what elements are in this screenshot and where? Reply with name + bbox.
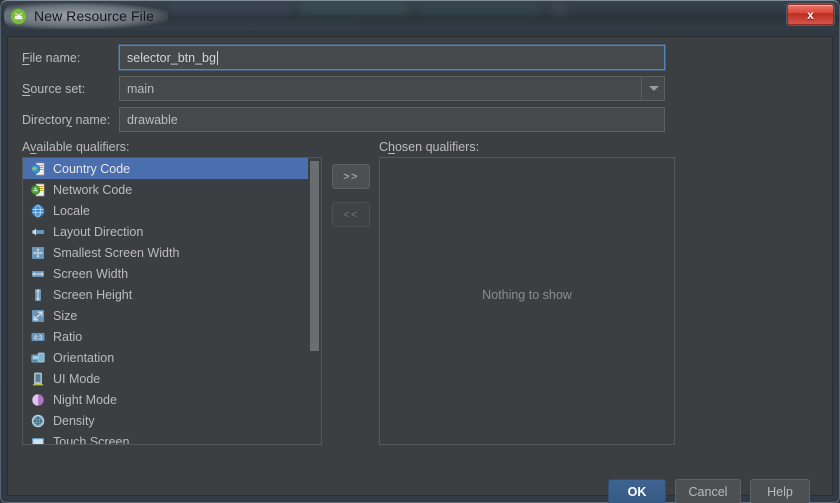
list-item-label: Country Code [53,161,131,176]
list-item[interactable]: Screen Height [23,284,308,305]
list-item[interactable]: Touch Screen [23,431,308,445]
list-item-label: Night Mode [53,392,117,407]
list-item-label: Size [53,308,78,323]
cancel-button[interactable]: Cancel [675,479,741,503]
svg-text:4:3: 4:3 [34,335,43,341]
close-button[interactable]: x [787,4,834,25]
country-code-icon [30,161,46,177]
list-item[interactable]: Density [23,410,308,431]
list-item[interactable]: Screen Width [23,263,308,284]
list-item-label: Network Code [53,182,133,197]
ui-mode-icon [30,371,46,387]
network-code-icon [30,182,46,198]
list-item[interactable]: Night Mode [23,389,308,410]
chevron-down-icon [648,86,659,91]
chosen-qualifiers-list[interactable]: Nothing to show [379,157,675,445]
density-icon [30,413,46,429]
list-item[interactable]: Network Code [23,179,308,200]
list-item-label: Density [53,413,95,428]
locale-globe-icon [30,203,46,219]
list-item-label: Smallest Screen Width [53,245,180,260]
add-qualifier-label: >> [343,170,359,183]
list-item[interactable]: Layout Direction [23,221,308,242]
source-set-label: Source set: [22,82,86,96]
source-set-value: main [127,81,155,96]
screen-height-icon [30,287,46,303]
list-item-label: Ratio [53,329,83,344]
orientation-icon [30,350,46,366]
remove-qualifier-button[interactable]: << [332,202,370,227]
list-item[interactable]: 4:3 Ratio [23,326,308,347]
list-item[interactable]: UI Mode [23,368,308,389]
touch-screen-icon [30,434,46,444]
title-bar[interactable]: New Resource File x [0,0,840,30]
ok-button-label: OK [627,484,647,499]
new-resource-file-dialog: New Resource File x File name: selector_… [0,0,840,503]
directory-name-input[interactable]: drawable [119,107,665,132]
desktop-backdrop: New Resource File x File name: selector_… [0,0,840,503]
file-name-input[interactable]: selector_btn_bg [119,45,665,70]
window-title: New Resource File [34,8,154,24]
scrollbar-thumb[interactable] [310,161,319,351]
dialog-content: File name: selector_btn_bg Source set: m… [7,36,833,503]
list-item[interactable]: Size [23,305,308,326]
source-set-combobox[interactable]: main [119,76,665,101]
list-item-label: Locale [53,203,90,218]
list-item[interactable]: Locale [23,200,308,221]
directory-name-value: drawable [127,112,178,127]
cancel-button-label: Cancel [688,484,728,499]
chosen-empty-message: Nothing to show [482,288,572,302]
list-item-label: Orientation [53,350,115,365]
list-item-label: Screen Width [53,266,129,281]
title-bar-content: New Resource File [4,3,168,29]
screen-width-icon [30,266,46,282]
list-item[interactable]: Smallest Screen Width [23,242,308,263]
source-set-dropdown-button[interactable] [641,76,665,101]
night-mode-icon [30,392,46,408]
layout-direction-icon [30,224,46,240]
help-button[interactable]: Help [750,479,810,503]
list-item-label: Screen Height [53,287,133,302]
available-list-scrollbar[interactable] [309,159,320,443]
android-studio-icon [10,7,27,25]
list-item-label: Layout Direction [53,224,144,239]
list-item-label: Touch Screen [53,434,130,445]
ok-button[interactable]: OK [608,479,666,503]
available-qualifiers-items: Country Code Network Code Locale Layout Dir… [23,158,308,445]
list-item-label: UI Mode [53,371,101,386]
file-name-label: File name: [22,51,81,65]
text-caret [216,50,218,65]
add-qualifier-button[interactable]: >> [332,164,370,189]
available-qualifiers-list[interactable]: Country Code Network Code Locale Layout Dir… [22,157,322,445]
ratio-icon: 4:3 [30,329,46,345]
list-item[interactable]: Country Code [23,158,308,179]
smallest-screen-width-icon [30,245,46,261]
chosen-qualifiers-label: Chosen qualifiers: [379,140,480,154]
size-icon [30,308,46,324]
directory-name-label: Directory name: [22,113,111,127]
available-qualifiers-label: Available qualifiers: [22,140,130,154]
file-name-value: selector_btn_bg [127,50,216,65]
close-icon: x [807,7,814,22]
window-body: File name: selector_btn_bg Source set: m… [0,30,840,503]
help-button-label: Help [767,484,793,499]
list-item[interactable]: Orientation [23,347,308,368]
remove-qualifier-label: << [343,208,359,221]
